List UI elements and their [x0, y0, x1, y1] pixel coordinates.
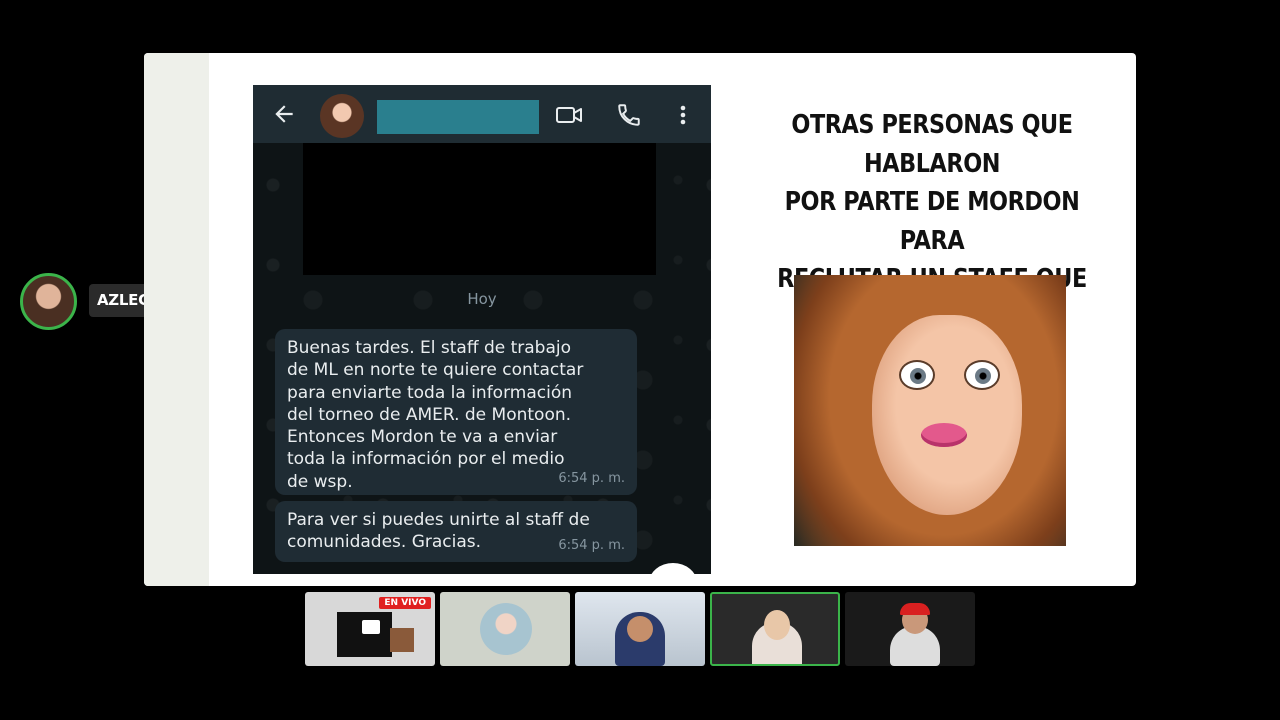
participant-name: AZLEC — [97, 291, 149, 309]
thumbnail-participant[interactable] — [440, 592, 570, 666]
participant-head — [764, 610, 790, 640]
live-badge: EN VIVO — [379, 597, 431, 609]
doll-mouth — [921, 423, 967, 447]
participant-avatar[interactable] — [20, 273, 77, 330]
participant-head — [627, 616, 653, 642]
phone-call-icon — [618, 104, 640, 126]
more-options-icon — [680, 105, 686, 125]
message-time: 6:54 p. m. — [558, 470, 625, 486]
doll-meme-image — [794, 275, 1066, 546]
contact-name-redacted — [377, 100, 539, 134]
participant-cap — [900, 603, 930, 615]
doll-eye — [899, 360, 935, 390]
participant-thumbnails: EN VIVO — [305, 592, 976, 666]
thumbnail-screen-share[interactable]: EN VIVO — [305, 592, 435, 666]
redacted-block — [303, 143, 656, 275]
mini-slide — [337, 612, 392, 657]
video-call-icon — [556, 107, 582, 123]
thumbnail-participant[interactable] — [845, 592, 975, 666]
screen-share-icon — [362, 620, 380, 634]
shared-screen: Hoy Buenas tardes. El staff de trabajo d… — [144, 53, 1136, 586]
slide-side-panel — [144, 53, 209, 586]
thumbnail-active-speaker[interactable] — [710, 592, 840, 666]
message-time: 6:54 p. m. — [558, 537, 625, 553]
thumbnail-participant[interactable] — [575, 592, 705, 666]
contact-avatar — [320, 94, 364, 138]
date-divider: Hoy — [467, 290, 497, 308]
mini-slide-image — [390, 628, 414, 652]
participant-avatar — [480, 603, 532, 655]
doll-face — [872, 315, 1022, 515]
doll-eye — [964, 360, 1000, 390]
whatsapp-screenshot: Hoy Buenas tardes. El staff de trabajo d… — [253, 85, 711, 574]
chat-message: Para ver si puedes unirte al staff de co… — [275, 501, 637, 562]
chat-header — [253, 85, 711, 143]
chat-message: Buenas tardes. El staff de trabajo de ML… — [275, 329, 637, 495]
back-arrow-icon — [275, 105, 293, 123]
